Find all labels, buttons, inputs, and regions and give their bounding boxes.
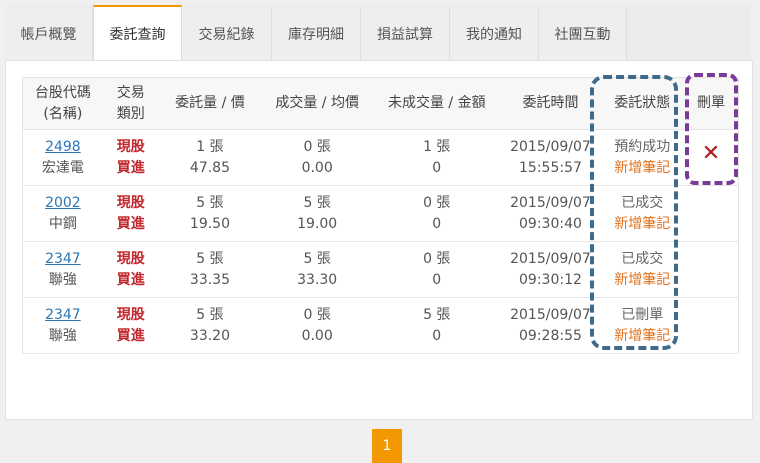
order-status: 預約成功	[614, 138, 671, 155]
filled-qty: 5 張	[303, 194, 331, 211]
tab-community[interactable]: 社團互動	[539, 8, 627, 60]
order-price: 33.35	[189, 271, 231, 288]
stock-name: 宏達電	[41, 159, 84, 176]
order-qty: 5 張	[196, 306, 224, 323]
order-status: 已刪單	[621, 306, 664, 323]
stock-code-link[interactable]: 2498	[45, 139, 81, 155]
order-time: 09:30:40	[519, 215, 582, 232]
table-row: 2498 宏達電 現股買進 1 張 47.85 0 張 0.00 1 張 0 2015/…	[22, 129, 739, 186]
header-filled-qty-avg: 成交量 / 均價	[261, 77, 374, 130]
order-time: 15:55:57	[519, 159, 582, 176]
unfilled-qty: 5 張	[423, 306, 451, 323]
tab-inventory-details[interactable]: 庫存明細	[272, 8, 361, 60]
order-date: 2015/09/07	[510, 138, 591, 155]
header-order-qty-price: 委託量 / 價	[158, 77, 262, 130]
pagination-page-button[interactable]: 1	[372, 429, 402, 463]
tab-account-overview[interactable]: 帳戶概覽	[5, 8, 93, 60]
stock-name: 聯強	[48, 271, 77, 288]
header-unfilled-qty-amount: 未成交量 / 金額	[373, 77, 501, 130]
header-order-time: 委託時間	[500, 77, 601, 130]
header-trade-type: 交易 類別	[102, 77, 159, 130]
unfilled-qty: 0 張	[423, 250, 451, 267]
table-row: 2347 聯強 現股買進 5 張 33.20 0 張 0.00 5 張 0 2015/0…	[22, 297, 739, 354]
delete-cell	[684, 241, 739, 298]
stock-code-link[interactable]: 2347	[45, 251, 81, 267]
unfilled-amount: 0	[432, 215, 442, 232]
filled-avg: 0.00	[301, 159, 333, 176]
trade-kind: 現股	[116, 138, 145, 155]
tab-order-query[interactable]: 委託查詢	[93, 5, 182, 60]
table-row: 2002 中鋼 現股買進 5 張 19.50 5 張 19.00 0 張 0 2015/…	[22, 185, 739, 242]
tab-bar: 帳戶概覽 委託查詢 交易紀錄 庫存明細 損益試算 我的通知 社團互動	[5, 5, 751, 60]
header-order-status: 委託狀態	[600, 77, 685, 130]
add-note-link[interactable]: 新增筆記	[614, 328, 670, 344]
stock-code-link[interactable]: 2347	[45, 307, 81, 323]
delete-cell	[684, 185, 739, 242]
trade-side: 買進	[116, 159, 145, 176]
stock-name: 中鋼	[48, 215, 77, 232]
unfilled-amount: 0	[432, 159, 442, 176]
unfilled-amount: 0	[432, 327, 442, 344]
header-stock-code: 台股代碼 (名稱)	[22, 77, 103, 130]
order-price: 33.20	[189, 327, 231, 344]
order-date: 2015/09/07	[510, 306, 591, 323]
trade-side: 買進	[116, 327, 145, 344]
add-note-link[interactable]: 新增筆記	[614, 272, 670, 288]
order-qty: 5 張	[196, 250, 224, 267]
orders-table: 台股代碼 (名稱) 交易 類別 委託量 / 價 成交量 / 均價 未成交量 / 金額…	[22, 77, 739, 354]
close-x-icon[interactable]: ✕	[700, 143, 722, 165]
trade-side: 買進	[116, 215, 145, 232]
stock-name: 聯強	[48, 327, 77, 344]
filled-qty: 5 張	[303, 250, 331, 267]
order-time: 09:30:12	[519, 271, 582, 288]
add-note-link[interactable]: 新增筆記	[614, 216, 670, 232]
trade-kind: 現股	[116, 250, 145, 267]
order-price: 19.50	[189, 215, 231, 232]
order-status: 已成交	[621, 250, 664, 267]
tab-my-notifications[interactable]: 我的通知	[450, 8, 539, 60]
filled-qty: 0 張	[303, 306, 331, 323]
header-delete: 刪單	[684, 77, 739, 130]
trade-side: 買進	[116, 271, 145, 288]
add-note-link[interactable]: 新增筆記	[614, 160, 670, 176]
order-query-panel: 台股代碼 (名稱) 交易 類別 委託量 / 價 成交量 / 均價 未成交量 / 金額…	[5, 60, 753, 463]
order-status: 已成交	[621, 194, 664, 211]
filled-avg: 33.30	[297, 271, 338, 288]
trade-kind: 現股	[116, 194, 145, 211]
filled-qty: 0 張	[303, 138, 331, 155]
order-qty: 5 張	[196, 194, 224, 211]
order-date: 2015/09/07	[510, 194, 591, 211]
unfilled-qty: 0 張	[423, 194, 451, 211]
unfilled-qty: 1 張	[423, 138, 451, 155]
order-time: 09:28:55	[519, 327, 582, 344]
tab-trade-records[interactable]: 交易紀錄	[182, 8, 272, 60]
trade-kind: 現股	[116, 306, 145, 323]
unfilled-amount: 0	[432, 271, 442, 288]
stock-code-link[interactable]: 2002	[45, 195, 81, 211]
table-header-row: 台股代碼 (名稱) 交易 類別 委託量 / 價 成交量 / 均價 未成交量 / 金額…	[22, 77, 739, 130]
filled-avg: 0.00	[301, 327, 333, 344]
tab-pnl-calculation[interactable]: 損益試算	[361, 8, 450, 60]
table-row: 2347 聯強 現股買進 5 張 33.35 5 張 33.30 0 張 0 2015/…	[22, 241, 739, 298]
filled-avg: 19.00	[297, 215, 338, 232]
order-price: 47.85	[189, 159, 231, 176]
order-qty: 1 張	[196, 138, 224, 155]
delete-cell	[684, 297, 739, 354]
order-date: 2015/09/07	[510, 250, 591, 267]
